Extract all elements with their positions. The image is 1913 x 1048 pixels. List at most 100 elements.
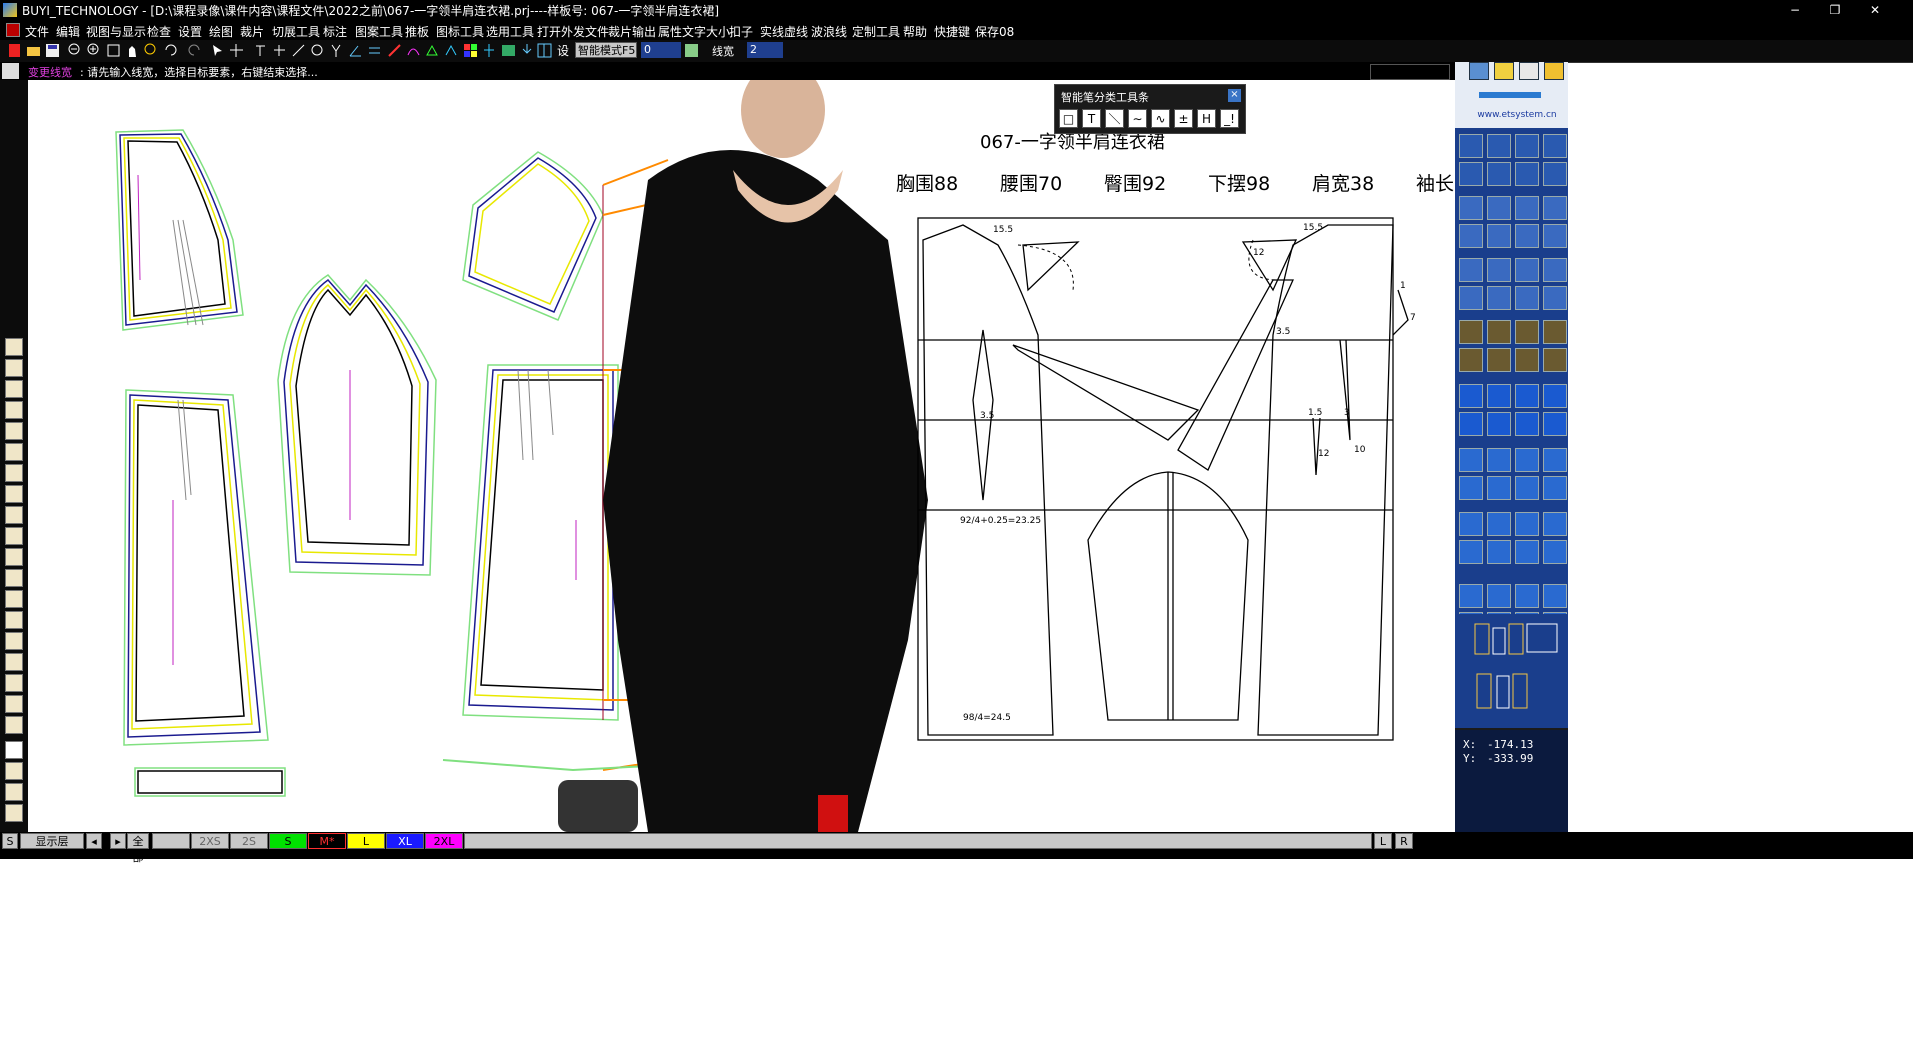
size-l[interactable]: L bbox=[347, 833, 385, 849]
next-arrow-icon[interactable]: ▸ bbox=[110, 833, 126, 849]
new-file-icon[interactable] bbox=[7, 43, 22, 58]
palette-tool-3-icon[interactable] bbox=[1515, 134, 1539, 158]
size-m[interactable]: M* bbox=[308, 833, 346, 849]
fork-icon[interactable] bbox=[329, 43, 344, 58]
size-blank[interactable] bbox=[152, 833, 190, 849]
display-layer-button[interactable]: 显示层 bbox=[20, 833, 84, 849]
menu-settings[interactable]: 设置 bbox=[178, 23, 202, 40]
panel-tab-1-icon[interactable] bbox=[1469, 62, 1489, 80]
palette-tool-27-icon[interactable] bbox=[1515, 320, 1539, 344]
panel-tab-3-icon[interactable] bbox=[1519, 62, 1539, 80]
palette-tool-38-icon[interactable] bbox=[1487, 412, 1511, 436]
palette-tool-14-icon[interactable] bbox=[1487, 224, 1511, 248]
palette-tool-18-icon[interactable] bbox=[1487, 258, 1511, 282]
corner-tool-button[interactable]: _! bbox=[1220, 109, 1239, 128]
zoom-in-icon[interactable] bbox=[87, 43, 102, 58]
tool-arc-icon[interactable] bbox=[5, 548, 23, 566]
palette-tool-6-icon[interactable] bbox=[1487, 162, 1511, 186]
panel-tab-2-icon[interactable] bbox=[1494, 62, 1514, 80]
palette-tool-42-icon[interactable] bbox=[1487, 448, 1511, 472]
palette-tool-28-icon[interactable] bbox=[1543, 320, 1567, 344]
open-folder-icon[interactable] bbox=[26, 43, 41, 58]
zoom-area-icon[interactable] bbox=[144, 43, 159, 58]
value-input[interactable]: 0 bbox=[641, 42, 681, 58]
select-arrow-icon[interactable] bbox=[210, 43, 225, 58]
palette-tool-29-icon[interactable] bbox=[1459, 348, 1483, 372]
palette-tool-55-icon[interactable] bbox=[1515, 540, 1539, 564]
tool-curve-icon[interactable] bbox=[5, 359, 23, 377]
all-sizes-button[interactable]: 全部 bbox=[127, 833, 149, 864]
palette-tool-41-icon[interactable] bbox=[1459, 448, 1483, 472]
prev-arrow-icon[interactable]: ◂ bbox=[86, 833, 102, 849]
palette-tool-31-icon[interactable] bbox=[1515, 348, 1539, 372]
palette-tool-48-icon[interactable] bbox=[1543, 476, 1567, 500]
pen-red-icon[interactable] bbox=[387, 43, 402, 58]
palette-tool-54-icon[interactable] bbox=[1487, 540, 1511, 564]
tool-text-icon[interactable] bbox=[5, 741, 23, 759]
palette-tool-46-icon[interactable] bbox=[1487, 476, 1511, 500]
tool-box-icon[interactable] bbox=[5, 464, 23, 482]
palette-tool-24-icon[interactable] bbox=[1543, 286, 1567, 310]
palette-tool-51-icon[interactable] bbox=[1515, 512, 1539, 536]
curve-tool-button[interactable]: ∼ bbox=[1128, 109, 1147, 128]
menu-solid-dashed[interactable]: 实线虚线 bbox=[760, 23, 808, 40]
palette-tool-33-icon[interactable] bbox=[1459, 384, 1483, 408]
menu-attr-text-size[interactable]: 属性文字大小 bbox=[658, 23, 730, 40]
palette-tool-20-icon[interactable] bbox=[1543, 258, 1567, 282]
r-button[interactable]: R bbox=[1395, 833, 1413, 849]
menu-draw[interactable]: 绘图 bbox=[209, 23, 233, 40]
menu-pattern-tools[interactable]: 图案工具 bbox=[355, 23, 403, 40]
menu-check[interactable]: 检查 bbox=[147, 23, 171, 40]
menu-slash-spread[interactable]: 切展工具 bbox=[272, 23, 320, 40]
mirror-icon[interactable] bbox=[444, 43, 459, 58]
size-2s[interactable]: 2S bbox=[230, 833, 268, 849]
palette-tool-4-icon[interactable] bbox=[1543, 134, 1567, 158]
menu-select-tools[interactable]: 选用工具 bbox=[486, 23, 534, 40]
palette-tool-15-icon[interactable] bbox=[1515, 224, 1539, 248]
panel-tab-4-icon[interactable] bbox=[1544, 62, 1564, 80]
drawing-canvas[interactable]: 067-一字领半肩连衣裙 胸围88 腰围70 臀围92 下摆98 肩宽38 袖长 bbox=[28, 80, 1455, 832]
split-icon[interactable] bbox=[482, 43, 497, 58]
tool-smart-pen-icon[interactable] bbox=[5, 338, 23, 356]
palette-tool-59-icon[interactable] bbox=[1515, 584, 1539, 608]
palette-tool-53-icon[interactable] bbox=[1459, 540, 1483, 564]
menu-view[interactable]: 视图与显示 bbox=[86, 23, 146, 40]
palette-tool-34-icon[interactable] bbox=[1487, 384, 1511, 408]
menu-custom-tools[interactable]: 定制工具 bbox=[852, 23, 900, 40]
curve-icon[interactable] bbox=[406, 43, 421, 58]
cross-icon[interactable] bbox=[272, 43, 287, 58]
menu-save08[interactable]: 保存08 bbox=[975, 23, 1014, 40]
palette-tool-52-icon[interactable] bbox=[1543, 512, 1567, 536]
menu-edit[interactable]: 编辑 bbox=[56, 23, 80, 40]
scissors-icon[interactable] bbox=[1459, 196, 1483, 220]
parallel-icon[interactable] bbox=[367, 43, 382, 58]
tool-corner-icon[interactable] bbox=[5, 611, 23, 629]
palette-tool-10-icon[interactable] bbox=[1487, 196, 1511, 220]
color-grid-icon[interactable] bbox=[463, 43, 478, 58]
palette-tool-23-icon[interactable] bbox=[1515, 286, 1539, 310]
palette-tool-57-icon[interactable] bbox=[1459, 584, 1483, 608]
menu-buttons[interactable]: 扣子 bbox=[729, 23, 753, 40]
palette-tool-19-icon[interactable] bbox=[1515, 258, 1539, 282]
zoom-out-icon[interactable] bbox=[68, 43, 83, 58]
l-button[interactable]: L bbox=[1374, 833, 1392, 849]
settings-icon[interactable]: 设 bbox=[556, 43, 571, 58]
tool-button-icon[interactable] bbox=[5, 695, 23, 713]
palette-tool-5-icon[interactable] bbox=[1459, 162, 1483, 186]
image-icon[interactable] bbox=[501, 43, 516, 58]
redo-icon[interactable] bbox=[187, 43, 202, 58]
tool-angle-icon[interactable] bbox=[5, 527, 23, 545]
palette-tool-8-icon[interactable] bbox=[1543, 162, 1567, 186]
palette-tool-43-icon[interactable] bbox=[1515, 448, 1539, 472]
angle-icon[interactable] bbox=[348, 43, 363, 58]
line-tool-button[interactable]: ＼ bbox=[1105, 109, 1124, 128]
tool-fill-icon[interactable] bbox=[5, 506, 23, 524]
palette-tool-22-icon[interactable] bbox=[1487, 286, 1511, 310]
fit-window-icon[interactable] bbox=[106, 43, 121, 58]
tool-seam-icon[interactable] bbox=[5, 783, 23, 801]
palette-tool-58-icon[interactable] bbox=[1487, 584, 1511, 608]
menu-wave-line[interactable]: 波浪线 bbox=[811, 23, 847, 40]
palette-tool-30-icon[interactable] bbox=[1487, 348, 1511, 372]
measure-icon[interactable] bbox=[291, 43, 306, 58]
palette-tool-36-icon[interactable] bbox=[1543, 384, 1567, 408]
